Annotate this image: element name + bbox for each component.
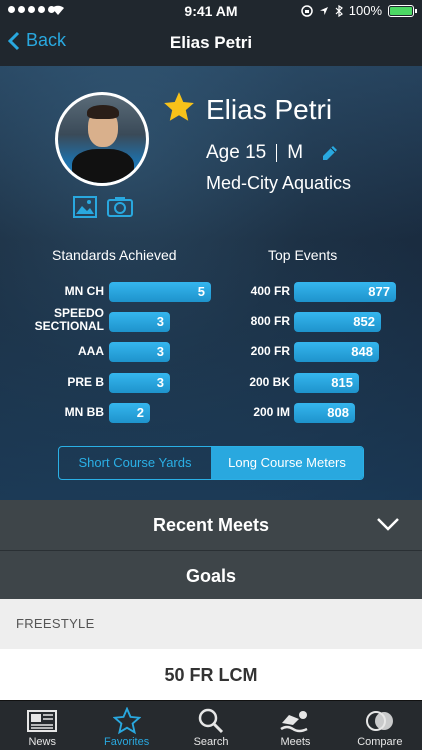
tab-favorites-label: Favorites xyxy=(103,736,150,748)
top-event-bar[interactable]: 852 xyxy=(294,312,381,332)
status-bar: 9:41 AM 100% xyxy=(0,0,422,22)
stroke-header: FREESTYLE xyxy=(0,599,422,649)
battery-percent: 100% xyxy=(348,3,382,18)
course-toggle: Short Course Yards Long Course Meters xyxy=(58,446,364,480)
profile-header: Elias Petri Age 15 M Med-City Aquatics S… xyxy=(0,66,422,500)
tab-favorites[interactable]: Favorites xyxy=(84,701,168,750)
sex-text: M xyxy=(287,142,304,163)
compare-icon xyxy=(365,711,393,731)
goals-label: Goals xyxy=(185,566,237,586)
age-sex: Age 15 M xyxy=(206,142,303,164)
standard-bar[interactable]: 3 xyxy=(109,373,170,393)
standard-label: AAA xyxy=(78,344,104,358)
recent-meets-section[interactable]: Recent Meets xyxy=(0,500,422,550)
tab-news-label: News xyxy=(28,736,56,748)
long-course-meters-option[interactable]: Long Course Meters xyxy=(211,447,363,479)
standard-label: MN BB xyxy=(64,405,104,419)
top-event-bar[interactable]: 877 xyxy=(294,282,396,302)
top-bar: 9:41 AM 100% Back Elias Petri xyxy=(0,0,422,66)
top-event-bar[interactable]: 808 xyxy=(294,403,355,423)
swimmer-name: Elias Petri xyxy=(206,94,333,125)
tab-news[interactable]: News xyxy=(0,701,84,750)
tab-search-label: Search xyxy=(193,736,229,748)
team-name: Med-City Aquatics xyxy=(206,173,352,193)
nav-bar: Back Elias Petri xyxy=(0,22,422,66)
top-events-title: Top Events xyxy=(268,247,338,263)
top-event-label: 200 BK xyxy=(249,375,290,389)
standard-bar[interactable]: 3 xyxy=(109,342,170,362)
avatar[interactable] xyxy=(55,92,149,186)
goal-event-row[interactable]: 50 FR LCM xyxy=(0,649,422,701)
top-event-label: 200 IM xyxy=(253,405,290,419)
tab-bar: News Favorites Search Meets Compare xyxy=(0,700,422,750)
standard-bar[interactable]: 2 xyxy=(109,403,150,423)
photo-library-icon[interactable] xyxy=(73,196,97,223)
standard-label: SPEEDO SECTIONAL xyxy=(34,306,104,333)
tab-meets-label: Meets xyxy=(280,736,311,748)
standards-title: Standards Achieved xyxy=(52,247,177,263)
top-event-label: 800 FR xyxy=(250,314,290,328)
goals-section[interactable]: Goals xyxy=(0,550,422,600)
chevron-down-icon xyxy=(377,518,399,531)
standard-bar[interactable]: 3 xyxy=(109,312,170,332)
top-event-bar[interactable]: 815 xyxy=(294,373,359,393)
top-event-label: 200 FR xyxy=(250,344,290,358)
edit-pencil-icon[interactable] xyxy=(320,143,340,163)
swimmer-icon xyxy=(280,711,308,733)
page-title: Elias Petri xyxy=(169,33,253,52)
star-icon xyxy=(112,707,141,735)
tab-compare[interactable]: Compare xyxy=(338,701,422,750)
top-event-bar[interactable]: 848 xyxy=(294,342,379,362)
search-icon xyxy=(198,708,224,734)
tab-compare-label: Compare xyxy=(357,736,403,748)
location-icon xyxy=(319,6,328,15)
tab-search[interactable]: Search xyxy=(169,701,253,750)
bluetooth-icon xyxy=(335,4,343,17)
battery-icon xyxy=(388,4,417,17)
standard-label: MN CH xyxy=(64,284,104,298)
top-event-label: 400 FR xyxy=(250,284,290,298)
age-text: Age 15 xyxy=(206,142,267,163)
newspaper-icon xyxy=(27,710,58,732)
tab-meets[interactable]: Meets xyxy=(253,701,337,750)
camera-icon[interactable] xyxy=(107,196,133,223)
short-course-yards-option[interactable]: Short Course Yards xyxy=(59,447,211,479)
recent-meets-label: Recent Meets xyxy=(152,515,270,535)
standard-label: PRE B xyxy=(67,375,104,389)
standard-bar[interactable]: 5 xyxy=(109,282,211,302)
favorite-star-icon[interactable] xyxy=(162,90,196,124)
rotation-lock-icon xyxy=(301,4,313,17)
